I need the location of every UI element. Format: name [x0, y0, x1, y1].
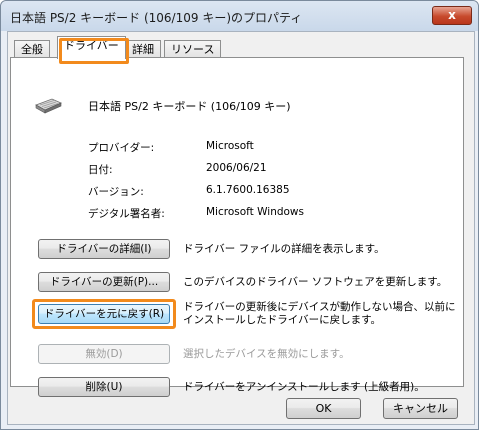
rollback-driver-description-line1: ドライバーの更新後にデバイスが動作しない場合、以前に	[183, 301, 456, 313]
properties-dialog: 日本語 PS/2 キーボード (106/109 キー)のプロパティ x 全般 ド…	[0, 0, 479, 430]
version-label: バージョン:	[88, 186, 144, 198]
device-name: 日本語 PS/2 キーボード (106/109 キー)	[88, 100, 291, 113]
update-driver-description: このデバイスのドライバー ソフトウェアを更新します。	[183, 276, 448, 288]
rollback-driver-description-line2: インストールしたドライバーに戻します。	[183, 314, 382, 326]
date-value: 2006/06/21	[206, 162, 267, 174]
close-button[interactable]: x	[432, 6, 472, 25]
window-title: 日本語 PS/2 キーボード (106/109 キー)のプロパティ	[10, 11, 303, 25]
driver-tab-panel: 日本語 PS/2 キーボード (106/109 キー) プロバイダー: Micr…	[10, 57, 464, 397]
tab-general[interactable]: 全般	[14, 40, 50, 58]
signer-label: デジタル署名者:	[88, 208, 165, 220]
tab-highlight-outline	[59, 38, 129, 64]
provider-label: プロバイダー:	[88, 142, 155, 154]
tab-details[interactable]: 詳細	[125, 40, 161, 58]
date-label: 日付:	[88, 164, 113, 176]
provider-value: Microsoft	[206, 140, 254, 152]
dialog-client: 全般 ドライバー 詳細 リソース 日本語 PS/2 キーボード (106/109…	[7, 31, 475, 425]
rollback-driver-button[interactable]: ドライバーを元に戻す(R)	[38, 304, 170, 324]
disable-device-button[interactable]: 無効(D)	[38, 344, 170, 364]
driver-details-button[interactable]: ドライバーの詳細(I)	[38, 239, 170, 259]
tab-resources[interactable]: リソース	[164, 40, 222, 58]
driver-details-description: ドライバー ファイルの詳細を表示します。	[183, 243, 385, 255]
keyboard-icon	[35, 98, 62, 114]
uninstall-driver-button[interactable]: 削除(U)	[38, 377, 170, 397]
disable-device-description: 選択したデバイスを無効にします。	[183, 348, 350, 360]
signer-value: Microsoft Windows	[206, 206, 304, 218]
ok-button[interactable]: OK	[286, 398, 361, 419]
close-icon: x	[448, 8, 456, 22]
update-driver-button[interactable]: ドライバーの更新(P)...	[38, 272, 170, 292]
cancel-button[interactable]: キャンセル	[383, 398, 458, 419]
version-value: 6.1.7600.16385	[206, 184, 290, 196]
title-bar[interactable]: 日本語 PS/2 キーボード (106/109 キー)のプロパティ x	[1, 1, 478, 31]
uninstall-driver-description: ドライバーをアンインストールします (上級者用)。	[183, 381, 425, 393]
